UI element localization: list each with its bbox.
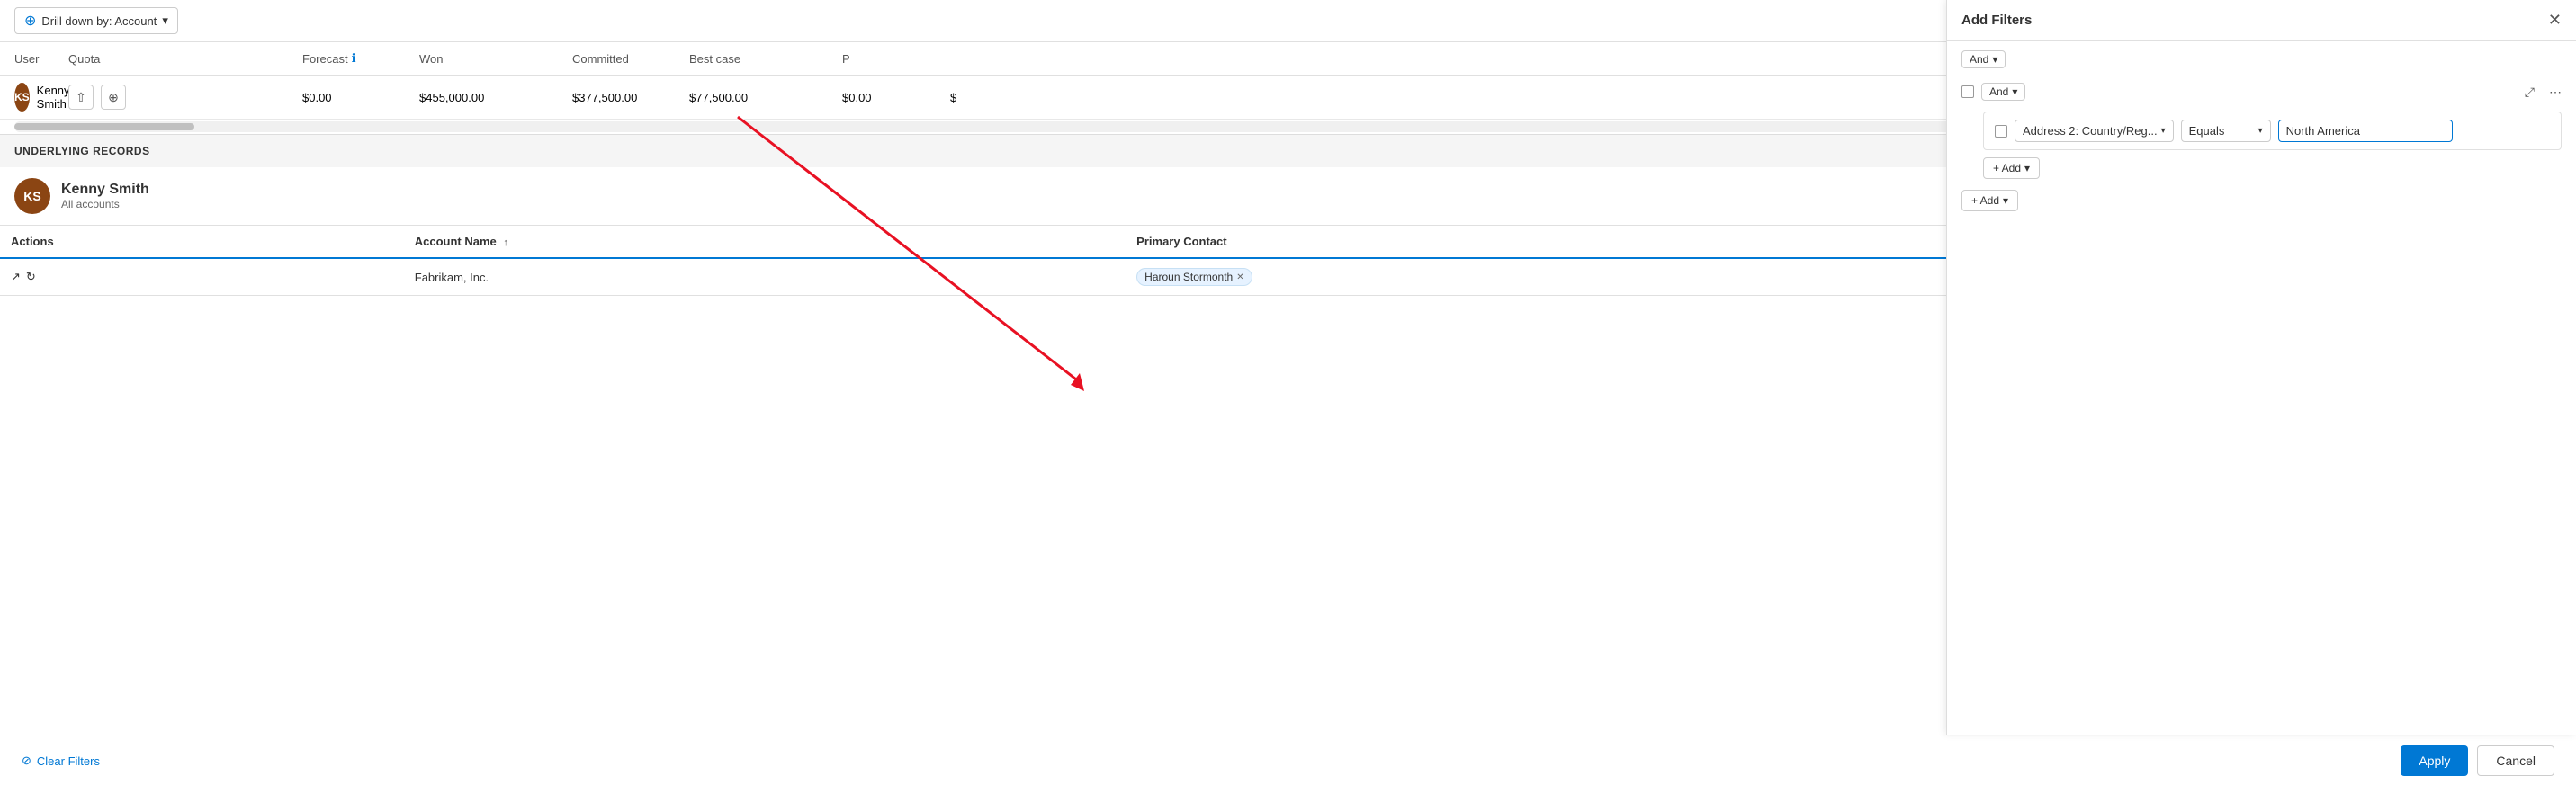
filter-row: Address 2: Country/Reg... ▾ Equals ▾ — [1983, 112, 2562, 150]
p-value: $ — [950, 91, 1022, 104]
more-filter-icon[interactable]: ⋯ — [2549, 85, 2562, 100]
sort-icon: ↑ — [503, 237, 508, 248]
field-select[interactable]: Address 2: Country/Reg... ▾ — [2015, 120, 2174, 142]
contact-tag-remove[interactable]: ✕ — [1236, 272, 1243, 282]
row-action-buttons: ⇧ ⊕ — [68, 85, 302, 110]
outer-add-wrapper: + Add ▾ — [1947, 190, 2576, 226]
drill-down-chevron: ▾ — [162, 13, 168, 28]
forecast-value: $455,000.00 — [419, 91, 572, 104]
contact-name: Haroun Stormonth — [1144, 271, 1233, 283]
col-quota: Quota — [68, 52, 302, 66]
bottom-actions: Apply Cancel — [2401, 745, 2554, 776]
col-bestcase: Best case — [689, 52, 842, 66]
account-name-value[interactable]: Fabrikam, Inc. — [415, 271, 489, 284]
col-forecast: Forecast ℹ — [302, 51, 419, 66]
and-tag-group[interactable]: And ▾ — [1981, 83, 2025, 101]
col-actions: Actions — [0, 226, 404, 258]
and-label-group: And — [1989, 85, 2008, 98]
inner-add-wrapper: + Add ▾ — [1983, 157, 2562, 179]
and-tag-top[interactable]: And ▾ — [1961, 50, 2006, 68]
group-checkbox[interactable] — [1961, 85, 1974, 98]
actions-cell: ↗ ↻ — [0, 258, 404, 296]
expand-filter-icon[interactable]: ⤢ — [2525, 85, 2535, 100]
close-panel-button[interactable]: ✕ — [2548, 11, 2562, 30]
and-section-top: And ▾ — [1947, 41, 2576, 72]
row-refresh-icon[interactable]: ↻ — [26, 270, 36, 284]
sub-user-info: Kenny Smith All accounts — [61, 182, 2053, 210]
col-committed: Committed — [572, 52, 689, 66]
sub-user-avatar: KS — [14, 178, 50, 214]
row-checkbox[interactable] — [1995, 125, 2007, 138]
inner-add-button[interactable]: + Add ▾ — [1983, 157, 2040, 179]
share-icon-btn[interactable]: ⇧ — [68, 85, 94, 110]
and-chevron-group: ▾ — [2012, 85, 2017, 98]
avatar: KS — [14, 83, 30, 112]
drill-down-label: Drill down by: Account — [41, 14, 157, 28]
col-account-name[interactable]: Account Name ↑ — [404, 226, 1126, 258]
user-cell: KS Kenny Smith — [14, 83, 68, 112]
right-panel-title: Add Filters — [1961, 13, 2032, 28]
won-value: $377,500.00 — [572, 91, 689, 104]
underlying-records-title: UNDERLYING RECORDS — [14, 145, 150, 157]
right-panel: Add Filters ✕ And ▾ And ▾ ⤢ ⋯ Address 2:… — [1946, 0, 2576, 735]
clear-filters-label: Clear Filters — [37, 754, 100, 768]
col-p: P — [842, 52, 950, 66]
value-input[interactable] — [2278, 120, 2453, 142]
account-name-cell: Fabrikam, Inc. — [404, 258, 1126, 296]
field-chevron: ▾ — [2161, 126, 2166, 136]
operator-chevron: ▾ — [2258, 126, 2263, 136]
drill-down-button[interactable]: ⊕ Drill down by: Account ▾ — [14, 7, 178, 34]
clear-filters-icon: ⊘ — [22, 754, 31, 768]
outer-add-chevron: ▾ — [2003, 194, 2008, 207]
row-expand-icon[interactable]: ↗ — [11, 270, 21, 284]
operator-select[interactable]: Equals ▾ — [2181, 120, 2271, 142]
inner-add-chevron: ▾ — [2024, 162, 2030, 174]
user-name: Kenny Smith — [37, 84, 70, 111]
target-icon-btn[interactable]: ⊕ — [101, 85, 126, 110]
apply-button[interactable]: Apply — [2401, 745, 2468, 776]
quota-value: $0.00 — [302, 91, 419, 104]
and-chevron-top: ▾ — [1992, 53, 1997, 66]
globe-icon: ⊕ — [24, 12, 36, 30]
operator-value: Equals — [2189, 124, 2225, 138]
clear-filters-link[interactable]: ⊘ Clear Filters — [22, 754, 100, 768]
field-value: Address 2: Country/Reg... — [2023, 124, 2158, 138]
bottom-bar: ⊘ Clear Filters Apply Cancel — [0, 736, 2576, 785]
right-panel-header: Add Filters ✕ — [1947, 0, 2576, 41]
filter-group-header: And ▾ ⤢ ⋯ — [1961, 83, 2562, 101]
bestcase-value: $0.00 — [842, 91, 950, 104]
primary-contact-cell: Haroun Stormonth ✕ — [1126, 258, 1985, 296]
row-actions: ↗ ↻ — [11, 270, 393, 284]
outer-add-label: + Add — [1971, 194, 1999, 207]
col-primary-contact: Primary Contact — [1126, 226, 1985, 258]
filter-group: And ▾ ⤢ ⋯ Address 2: Country/Reg... ▾ Eq… — [1947, 72, 2576, 190]
committed-value: $77,500.00 — [689, 91, 842, 104]
contact-tag: Haroun Stormonth ✕ — [1136, 268, 1252, 286]
sub-user-sub: All accounts — [61, 198, 2053, 210]
col-user: User — [14, 52, 68, 66]
and-label-top: And — [1970, 53, 1988, 66]
inner-add-label: + Add — [1993, 162, 2021, 174]
sub-user-name: Kenny Smith — [61, 182, 2053, 198]
outer-add-button[interactable]: + Add ▾ — [1961, 190, 2018, 211]
col-won: Won — [419, 52, 572, 66]
cancel-button[interactable]: Cancel — [2477, 745, 2554, 776]
